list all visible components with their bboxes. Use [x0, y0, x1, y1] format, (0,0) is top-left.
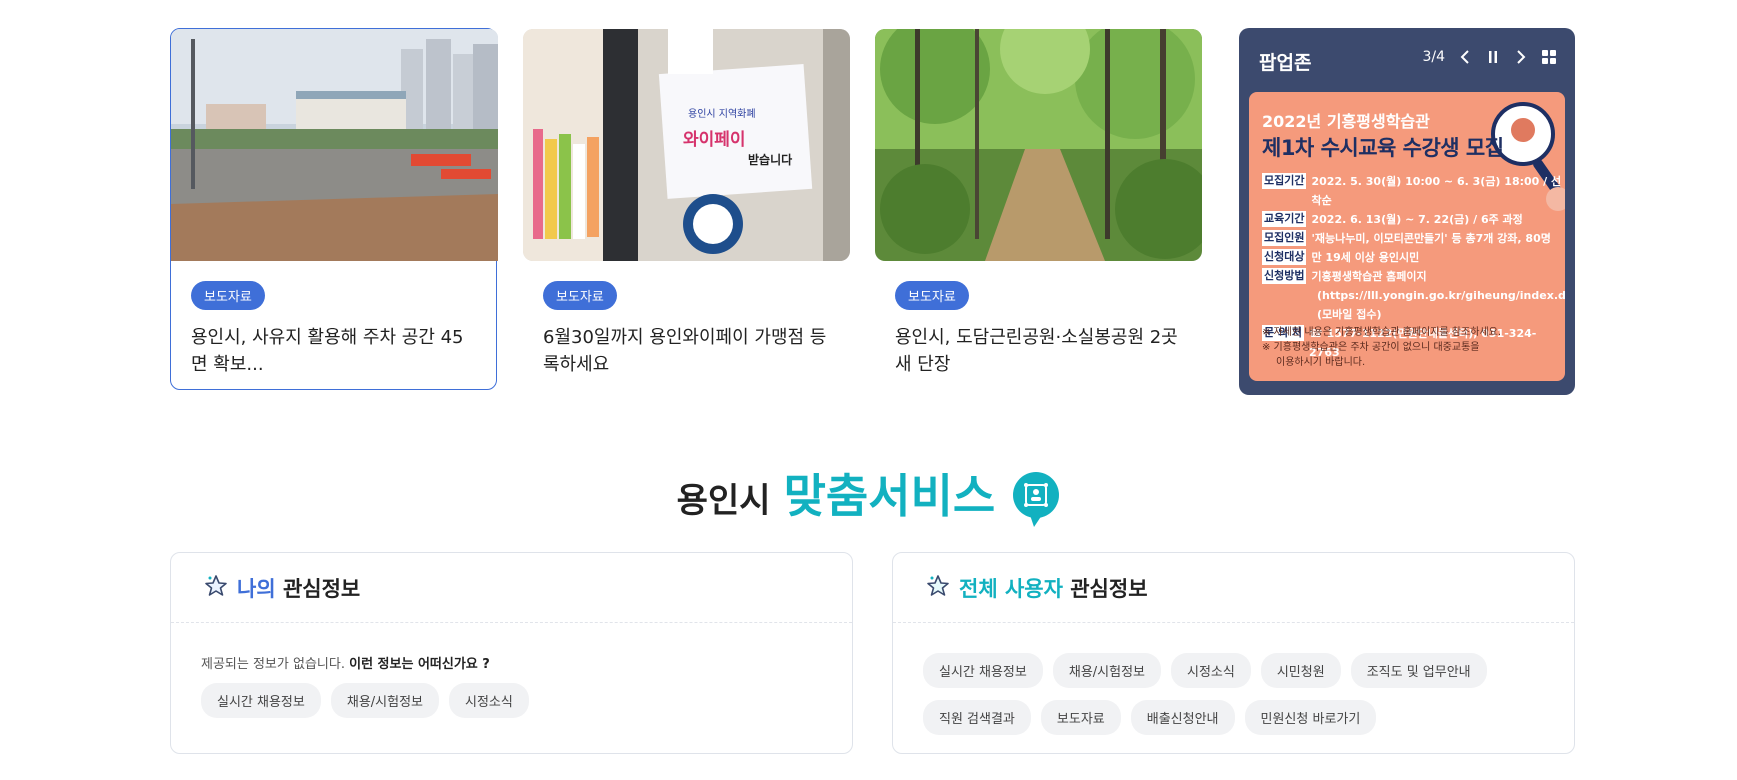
banner-row-value: 2022. 6. 13(월) ~ 7. 22(금) / 6주 과정 [1311, 213, 1523, 226]
next-icon[interactable] [1513, 48, 1529, 66]
my-interest-chips: 실시간 채용정보 채용/시험정보 시정소식 [201, 683, 822, 718]
my-interest-title-rest: 관심정보 [282, 576, 361, 601]
interest-chip[interactable]: 배출신청안내 [1130, 700, 1235, 735]
banner-row: 교육기간 2022. 6. 13(월) ~ 7. 22(금) / 6주 과정 [1262, 210, 1562, 229]
all-interest-title: 전체 사용자 관심정보 [959, 573, 1148, 603]
interest-chip[interactable]: 채용/시험정보 [1052, 653, 1161, 688]
banner-row-value: 기흥평생학습관 홈페이지 [1311, 270, 1427, 283]
banner-year: 2022년 기흥평생학습관 [1262, 112, 1430, 131]
banner-row-value: (모바일 접수) [1317, 308, 1382, 321]
interest-chip[interactable]: 실시간 채용정보 [923, 653, 1043, 688]
news-title[interactable]: 6월30일까지 용인와이페이 가맹점 등록하세요 [543, 324, 828, 378]
popup-controls: 3/4 [1422, 48, 1557, 66]
prev-icon[interactable] [1457, 48, 1473, 66]
my-interest-title-highlight: 나의 [237, 576, 276, 601]
interest-chip[interactable]: 보도자료 [1040, 700, 1121, 735]
interest-chip[interactable]: 시정소식 [1171, 653, 1251, 688]
interest-chip[interactable]: 채용/시험정보 [330, 683, 439, 718]
all-interest-title-rest: 관심정보 [1070, 576, 1148, 601]
all-interest-panel: 전체 사용자 관심정보 실시간 채용정보 채용/시험정보 시정소식 시민청원 조… [892, 552, 1575, 754]
banner-note: ※ 자세한 내용은 기흥평생학습관 홈페이지를 참조하세요. [1262, 327, 1502, 338]
news-card-3[interactable]: 보도자료 용인시, 도담근린공원·소실봉공원 2곳 새 단장 [874, 28, 1202, 390]
service-title-main: 맞춤서비스 [783, 469, 996, 523]
service-title: 용인시 맞춤서비스 [0, 460, 1737, 539]
banner-row: 신청대상 만 19세 이상 용인시민 [1262, 248, 1562, 267]
banner-row-value: '재능나누미, 이모티콘만들기' 등 총7개 강좌, 80명 [1311, 232, 1551, 245]
banner-note: 이용하시기 바랍니다. [1276, 357, 1366, 368]
banner-row: 모집인원 '재능나누미, 이모티콘만들기' 등 총7개 강좌, 80명 [1262, 229, 1562, 248]
all-interest-title-highlight: 전체 사용자 [959, 576, 1063, 601]
interest-chip[interactable]: 민원신청 바로가기 [1244, 700, 1377, 735]
banner-row: (https://lll.yongin.go.kr/giheung/index.… [1262, 286, 1565, 305]
news-list: 보도자료 용인시, 사유지 활용해 주차 공간 45면 확보... 용인시 지역… [170, 28, 1202, 390]
page: 보도자료 용인시, 사유지 활용해 주차 공간 45면 확보... 용인시 지역… [0, 0, 1737, 780]
my-interest-header: 나의 관심정보 [171, 553, 852, 623]
news-thumb-ypay[interactable]: 용인시 지역화폐 와이페이 받습니다 [523, 29, 850, 261]
empty-text: 제공되는 정보가 없습니다. [201, 657, 345, 672]
interest-chip[interactable]: 실시간 채용정보 [201, 683, 321, 718]
banner-note: ※ 기흥평생학습관은 주차 공간이 없으니 대중교통을 [1262, 342, 1480, 353]
my-interest-title: 나의 관심정보 [237, 573, 360, 603]
star-icon [203, 573, 229, 603]
banner-row-key: 모집인원 [1262, 230, 1307, 246]
all-interest-header: 전체 사용자 관심정보 [893, 553, 1574, 623]
popup-zone: 팝업존 3/4 2022년 기흥평생학습관 제1차 수시교육 수강생 모집 모집… [1239, 28, 1575, 395]
news-badge: 보도자료 [895, 281, 969, 310]
star-icon [925, 573, 951, 603]
popup-title: 팝업존 [1259, 52, 1312, 74]
all-interest-chips: 실시간 채용정보 채용/시험정보 시정소식 시민청원 조직도 및 업무안내 직원… [923, 653, 1544, 735]
sign-line-2: 와이페이 [683, 130, 746, 150]
empty-message: 제공되는 정보가 없습니다. 이런 정보는 어떠신가요 ? [201, 653, 822, 672]
news-thumb-parking[interactable] [171, 29, 498, 261]
news-badge: 보도자료 [191, 281, 265, 310]
my-interest-body: 제공되는 정보가 없습니다. 이런 정보는 어떠신가요 ? 실시간 채용정보 채… [171, 623, 852, 718]
banner-row-key: 교육기간 [1262, 211, 1307, 227]
sign-line-1: 용인시 지역화폐 [688, 108, 756, 120]
interest-chip[interactable]: 시정소식 [449, 683, 529, 718]
banner-notes: ※ 자세한 내용은 기흥평생학습관 홈페이지를 참조하세요. ※ 기흥평생학습관… [1262, 325, 1501, 370]
interest-chip[interactable]: 직원 검색결과 [923, 700, 1031, 735]
banner-headline: 제1차 수시교육 수강생 모집 [1262, 136, 1504, 160]
news-card-1[interactable]: 보도자료 용인시, 사유지 활용해 주차 공간 45면 확보... [170, 28, 498, 390]
grid-view-icon[interactable] [1541, 48, 1557, 66]
banner-row: (모바일 접수) [1262, 305, 1562, 324]
popup-banner[interactable]: 2022년 기흥평생학습관 제1차 수시교육 수강생 모집 모집기간 2022. … [1249, 92, 1565, 381]
service-title-prefix: 용인시 [676, 481, 771, 521]
banner-row-value: 2022. 5. 30(월) 10:00 ~ 6. 3(금) 18:00 / 선… [1311, 175, 1562, 207]
sign-line-3: 받습니다 [748, 152, 792, 167]
interest-chip[interactable]: 시민청원 [1260, 653, 1341, 688]
banner-row-value: (https://lll.yongin.go.kr/giheung/index.… [1317, 289, 1565, 302]
banner-row: 신청방법 기흥평생학습관 홈페이지 [1262, 267, 1562, 286]
news-thumb-park[interactable] [875, 29, 1202, 261]
banner-row-value: 만 19세 이상 용인시민 [1311, 251, 1420, 264]
news-card-2[interactable]: 용인시 지역화폐 와이페이 받습니다 보도자료 6월30일까지 용인와이페이 가… [522, 28, 850, 390]
news-title[interactable]: 용인시, 도담근린공원·소실봉공원 2곳 새 단장 [895, 324, 1180, 378]
banner-row: 모집기간 2022. 5. 30(월) 10:00 ~ 6. 3(금) 18:00… [1262, 172, 1562, 210]
pause-icon[interactable] [1485, 48, 1501, 66]
banner-row-key: 신청대상 [1262, 249, 1307, 265]
banner-row-key: 신청방법 [1262, 268, 1307, 284]
interest-chip[interactable]: 조직도 및 업무안내 [1350, 653, 1487, 688]
all-interest-body: 실시간 채용정보 채용/시험정보 시정소식 시민청원 조직도 및 업무안내 직원… [893, 623, 1574, 735]
news-title[interactable]: 용인시, 사유지 활용해 주차 공간 45면 확보... [191, 324, 476, 378]
empty-question: 이런 정보는 어떠신가요 ? [349, 657, 490, 672]
popup-counter: 3/4 [1422, 49, 1445, 65]
chat-bubble-icon [1012, 471, 1060, 533]
my-interest-panel: 나의 관심정보 제공되는 정보가 없습니다. 이런 정보는 어떠신가요 ? 실시… [170, 552, 853, 754]
news-badge: 보도자료 [543, 281, 617, 310]
banner-row-key: 모집기간 [1262, 173, 1307, 189]
